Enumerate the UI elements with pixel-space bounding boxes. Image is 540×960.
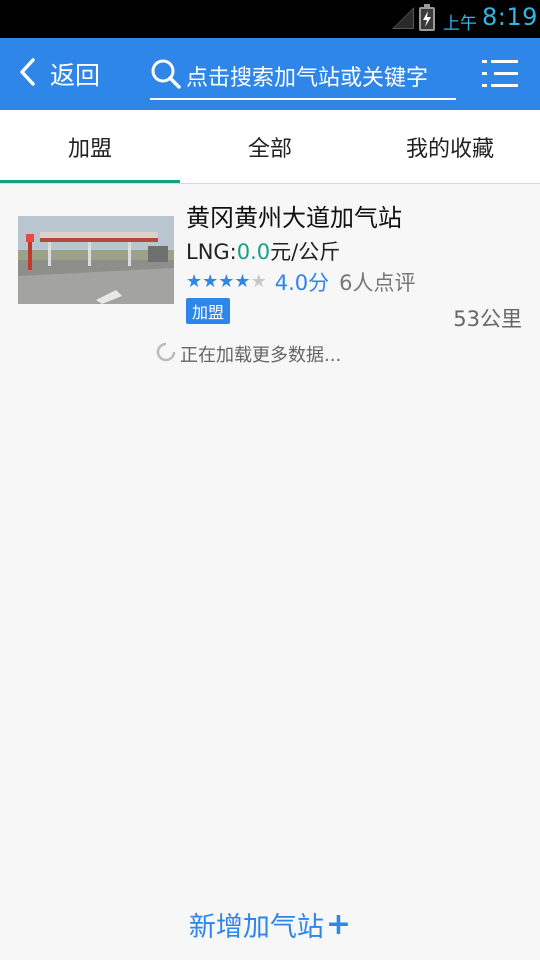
back-button[interactable]: 返回 xyxy=(18,52,100,96)
signal-icon xyxy=(392,7,414,33)
search-placeholder: 点击搜索加气站或关键字 xyxy=(186,66,429,91)
star-filled-icon: ★ xyxy=(234,271,251,292)
rating-score: 4.0分 xyxy=(274,271,330,295)
plus-icon: + xyxy=(325,906,352,942)
franchise-badge: 加盟 xyxy=(186,298,231,324)
star-rating: ★ ★ ★ ★ ★ xyxy=(186,273,267,291)
price-row: LNG:0.0元/公斤 xyxy=(186,236,340,266)
price-unit: 元/公斤 xyxy=(270,240,341,264)
loading-indicator: 正在加载更多数据... xyxy=(156,340,341,368)
tab-favorites[interactable]: 我的收藏 xyxy=(360,110,540,183)
back-label: 返回 xyxy=(50,61,101,90)
search-icon xyxy=(150,58,182,94)
tab-all[interactable]: 全部 xyxy=(180,110,360,183)
star-filled-icon: ★ xyxy=(202,271,219,292)
station-photo xyxy=(18,216,174,304)
status-bar: 上午 8:19 xyxy=(0,0,540,38)
clock-ampm: 上午 xyxy=(443,14,477,34)
fuel-type-label: LNG: xyxy=(186,240,237,264)
station-name: 黄冈黄州大道加气站 xyxy=(186,204,402,232)
star-empty-icon: ★ xyxy=(250,271,267,292)
list-menu-button[interactable] xyxy=(482,58,518,90)
search-input[interactable]: 点击搜索加气站或关键字 xyxy=(150,54,456,100)
star-filled-icon: ★ xyxy=(218,271,235,292)
list-menu-icon xyxy=(482,60,518,94)
star-filled-icon: ★ xyxy=(186,271,203,292)
add-station-button[interactable]: 新增加气站 + xyxy=(0,900,540,948)
price-value: 0.0 xyxy=(236,240,271,264)
tab-franchise[interactable]: 加盟 xyxy=(0,110,180,183)
tab-bar: 加盟 全部 我的收藏 xyxy=(0,110,540,184)
station-list-item[interactable]: 黄冈黄州大道加气站 LNG:0.0元/公斤 ★ ★ ★ ★ ★ 4.0分 6人点评 加盟… xyxy=(0,186,540,336)
spinner-icon xyxy=(156,342,176,366)
review-count: 6人点评 xyxy=(339,271,416,295)
battery-charging-icon xyxy=(419,4,435,31)
distance-label: 53公里 xyxy=(453,307,522,331)
clock-time: 8:19 xyxy=(482,3,538,31)
add-station-label: 新增加气站 xyxy=(188,911,324,943)
app-header: 返回 点击搜索加气站或关键字 xyxy=(0,38,540,110)
chevron-left-icon xyxy=(18,57,36,91)
loading-text: 正在加载更多数据... xyxy=(180,345,342,366)
rating-row: ★ ★ ★ ★ ★ 4.0分 6人点评 xyxy=(186,268,415,296)
